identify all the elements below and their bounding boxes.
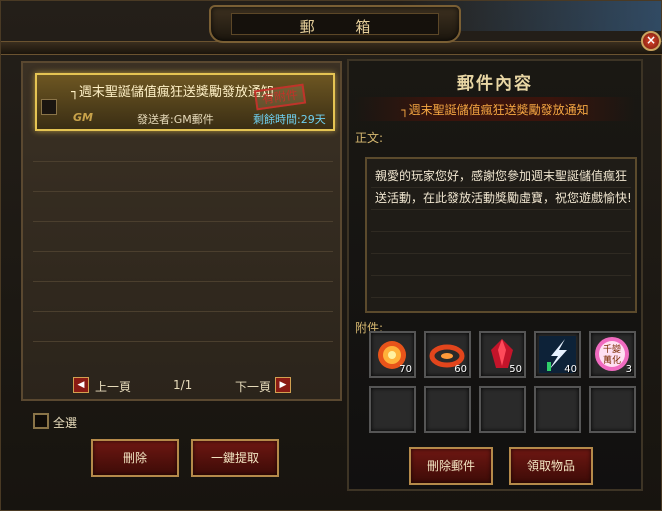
- list-divider: [33, 341, 333, 342]
- close-button[interactable]: ×: [641, 31, 661, 51]
- list-divider: [33, 161, 333, 162]
- attachment-slot[interactable]: 60: [424, 331, 471, 378]
- list-divider: [33, 251, 333, 252]
- attachment-slot-empty[interactable]: [424, 386, 471, 433]
- title-plate: 郵 箱: [209, 5, 461, 43]
- attachment-slot-empty[interactable]: [479, 386, 526, 433]
- mail-list-item[interactable]: ┐週末聖誕儲值瘋狂送獎勵發放通知 有附件 GM 發送者:GM郵件 剩餘時間:29…: [35, 73, 335, 131]
- prev-page-button[interactable]: 上一頁: [95, 378, 131, 395]
- svg-text:萬化: 萬化: [603, 354, 621, 366]
- select-all-label: 全選: [53, 416, 78, 430]
- mail-list-panel: ┐週末聖誕儲值瘋狂送獎勵發放通知 有附件 GM 發送者:GM郵件 剩餘時間:29…: [21, 61, 342, 401]
- mail-checkbox[interactable]: [41, 99, 57, 115]
- attachment-slot[interactable]: 70: [369, 331, 416, 378]
- window-title: 郵 箱: [299, 18, 389, 36]
- attachment-slot-empty[interactable]: [534, 386, 581, 433]
- attachment-slot-empty[interactable]: [369, 386, 416, 433]
- mail-content-panel: 郵件內容 ┐週末聖誕儲值瘋狂送獎勵發放通知 正文: 親愛的玩家您好，感謝您參加週…: [347, 59, 643, 491]
- svg-text:千變: 千變: [603, 343, 621, 355]
- attachment-slot[interactable]: 40: [534, 331, 581, 378]
- list-divider: [33, 191, 333, 192]
- attachment-qty: 50: [509, 364, 522, 375]
- page-indicator: 1/1: [173, 378, 193, 392]
- mail-remaining-time: 剩餘時間:29天: [253, 113, 326, 126]
- attachment-qty: 3: [625, 364, 632, 375]
- subject-bar: ┐週末聖誕儲值瘋狂送獎勵發放通知: [355, 97, 635, 121]
- mail-body-text: 親愛的玩家您好，感謝您參加週末聖誕儲值瘋狂送活動，在此發放活動獎勵虛寶，祝您遊戲…: [375, 169, 632, 205]
- title-bar: [1, 41, 662, 55]
- attachment-qty: 40: [564, 364, 577, 375]
- delete-button[interactable]: 刪除: [91, 439, 179, 477]
- attachment-qty: 60: [454, 364, 467, 375]
- gm-logo: GM: [73, 111, 93, 124]
- mail-sender: 發送者:GM郵件: [137, 113, 214, 126]
- delete-mail-button[interactable]: 刪除郵件: [409, 447, 493, 485]
- claim-all-button[interactable]: 一鍵提取: [191, 439, 279, 477]
- select-all-checkbox[interactable]: [33, 413, 49, 429]
- claim-items-button[interactable]: 領取物品: [509, 447, 593, 485]
- list-divider: [33, 311, 333, 312]
- next-page-arrow-icon[interactable]: ▶: [275, 377, 291, 393]
- attachment-slot[interactable]: 50: [479, 331, 526, 378]
- list-divider: [33, 281, 333, 282]
- list-divider: [33, 221, 333, 222]
- mail-content-title: 郵件內容: [457, 74, 533, 94]
- prev-page-arrow-icon[interactable]: ◀: [73, 377, 89, 393]
- mail-body-box: 親愛的玩家您好，感謝您參加週末聖誕儲值瘋狂送活動，在此發放活動獎勵虛寶，祝您遊戲…: [365, 157, 637, 313]
- attachment-slot[interactable]: 千變 萬化 3: [589, 331, 636, 378]
- mail-subject: ┐週末聖誕儲值瘋狂送獎勵發放通知: [71, 85, 274, 100]
- mailbox-window: 郵 箱 × ┐週末聖誕儲值瘋狂送獎勵發放通知 有附件 GM 發送者:GM郵件 剩…: [0, 0, 662, 511]
- attachment-slot-empty[interactable]: [589, 386, 636, 433]
- body-label: 正文:: [355, 131, 384, 145]
- mail-content-subject: ┐週末聖誕儲值瘋狂送獎勵發放通知: [401, 103, 589, 117]
- next-page-button[interactable]: 下一頁: [235, 378, 271, 395]
- attachment-qty: 70: [399, 364, 412, 375]
- pager: ◀ 上一頁 1/1 下一頁 ▶: [53, 375, 293, 395]
